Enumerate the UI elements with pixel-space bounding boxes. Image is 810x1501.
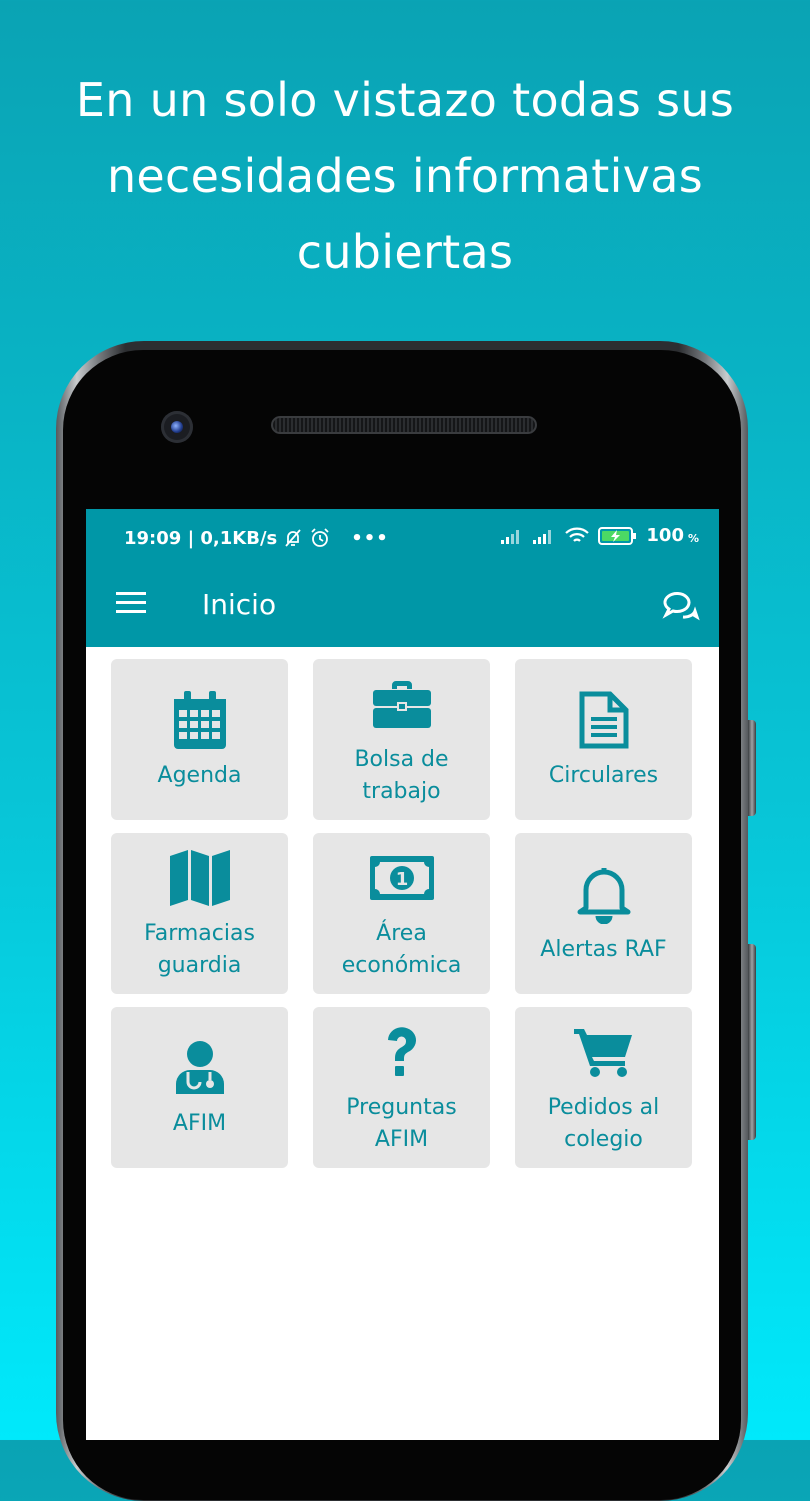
battery-level: 100 [646,525,684,546]
promo-headline: En un solo vistazo todas sus necesidades… [0,62,810,290]
tile-label: Bolsa de trabajo [354,746,449,804]
muted-bell-icon [283,528,303,548]
headline-line-1: En un solo vistazo todas sus [75,73,735,127]
svg-text:1: 1 [395,869,408,890]
tile-label: Circulares [548,762,659,788]
status-time: 19:09 | 0,1KB/s [124,527,278,549]
earpiece-speaker [271,416,537,434]
app-bar: Inicio [86,567,719,647]
tile-area-economica[interactable]: 1 Área económica [313,833,490,994]
bell-icon [576,862,632,926]
tile-farmacias-guardia[interactable]: Farmacias guardia [111,833,288,994]
status-overflow: ••• [351,527,389,549]
tile-label: Agenda [157,762,242,788]
doctor-icon [174,1036,226,1100]
tile-agenda[interactable]: Agenda [111,659,288,820]
front-camera-icon [161,411,193,443]
phone-volume-button [748,720,756,816]
headline-line-3: cubiertas [296,225,514,279]
page-title: Inicio [202,588,277,621]
question-icon [384,1020,420,1084]
tile-label: AFIM [172,1110,227,1136]
phone-power-button [748,944,756,1140]
tile-label: Alertas RAF [540,936,667,962]
map-icon [169,846,231,910]
signal-2-icon [532,527,556,545]
menu-icon[interactable] [116,591,148,619]
cart-icon [573,1020,634,1084]
document-icon [579,688,629,752]
phone-screen: 19:09 | 0,1KB/s ••• 100 % Inicio Agenda … [86,509,719,1440]
tile-bolsa-de-trabajo[interactable]: Bolsa de trabajo [313,659,490,820]
battery-unit: % [687,532,699,545]
signal-icon [500,527,524,545]
alarm-icon [309,527,331,549]
wifi-icon [564,526,590,546]
tile-alertas-raf[interactable]: Alertas RAF [515,833,692,994]
status-right: 100 % [500,525,699,546]
tile-circulares[interactable]: Circulares [515,659,692,820]
tile-label: Pedidos al colegio [547,1094,660,1152]
tile-preguntas-afim[interactable]: Preguntas AFIM [313,1007,490,1168]
chat-icon[interactable] [661,589,701,627]
tile-label: Preguntas AFIM [346,1094,457,1152]
status-left: 19:09 | 0,1KB/s ••• [124,527,389,549]
tile-pedidos-al-colegio[interactable]: Pedidos al colegio [515,1007,692,1168]
calendar-icon [172,688,228,752]
tile-afim[interactable]: AFIM [111,1007,288,1168]
status-bar: 19:09 | 0,1KB/s ••• 100 % [86,509,719,567]
briefcase-icon [372,672,432,736]
tile-label: Farmacias guardia [144,920,255,978]
tile-label: Área económica [341,920,462,978]
battery-charging-icon [598,526,638,546]
headline-line-2: necesidades informativas [106,149,704,203]
money-icon: 1 [369,846,434,910]
home-menu-grid: Agenda Bolsa de trabajo Circulares Farma… [111,659,692,1168]
